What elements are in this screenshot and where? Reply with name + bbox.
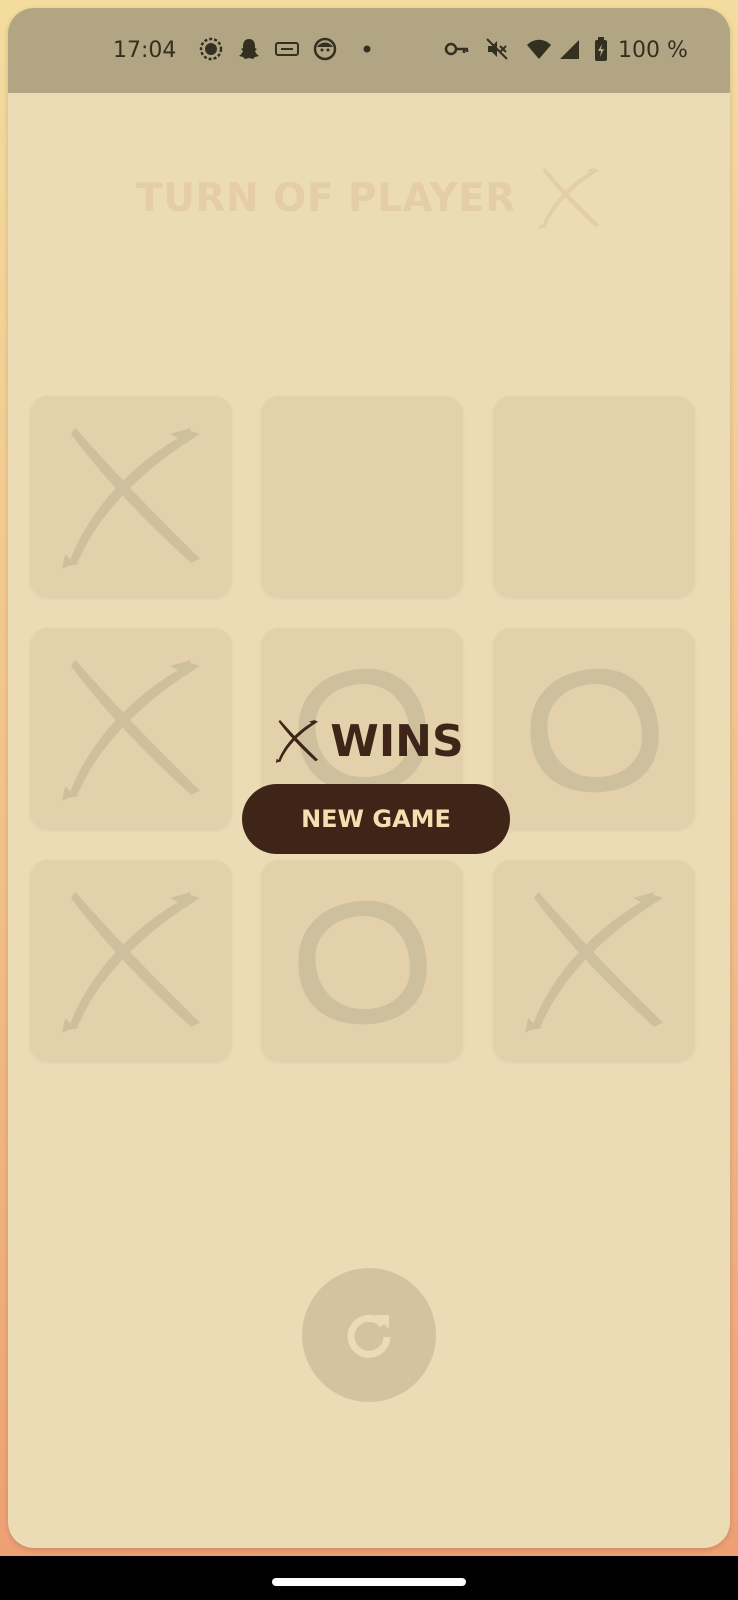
signal-icon [556, 36, 582, 62]
x-mark-icon [519, 886, 669, 1036]
board-cell[interactable] [261, 396, 463, 598]
new-game-button[interactable]: NEW GAME [242, 784, 510, 854]
restart-icon [347, 1314, 391, 1358]
win-message: WINS [8, 713, 730, 769]
mute-icon [484, 36, 510, 62]
dot-icon [354, 36, 380, 62]
x-mark-icon [536, 165, 602, 231]
turn-label: TURN OF PLAYER [136, 175, 516, 221]
board-cell[interactable] [493, 396, 695, 598]
chat-bubble-icon [198, 36, 224, 62]
battery-percentage: 100 % [618, 38, 688, 63]
app-card: 17:04 100 % TURN OF PLAYER WINS NEW GAME [8, 8, 730, 1548]
battery-icon [588, 36, 614, 62]
turn-indicator: TURN OF PLAYER [8, 158, 730, 238]
face-icon [312, 36, 338, 62]
o-mark-icon [287, 886, 437, 1036]
restart-button[interactable] [302, 1268, 436, 1402]
x-mark-icon [56, 422, 206, 572]
board-cell[interactable] [261, 860, 463, 1062]
win-text: WINS [330, 715, 464, 767]
x-mark-icon [274, 718, 320, 764]
board-cell[interactable] [493, 860, 695, 1062]
x-mark-icon [56, 886, 206, 1036]
board-cell[interactable] [30, 396, 232, 598]
ticket-icon [274, 36, 300, 62]
status-bar: 17:04 100 % [8, 8, 730, 93]
board-cell[interactable] [30, 860, 232, 1062]
snapchat-icon [236, 36, 262, 62]
status-time: 17:04 [113, 38, 177, 63]
home-gesture-pill[interactable] [272, 1578, 466, 1586]
key-icon [444, 36, 470, 62]
wifi-icon [526, 36, 552, 62]
